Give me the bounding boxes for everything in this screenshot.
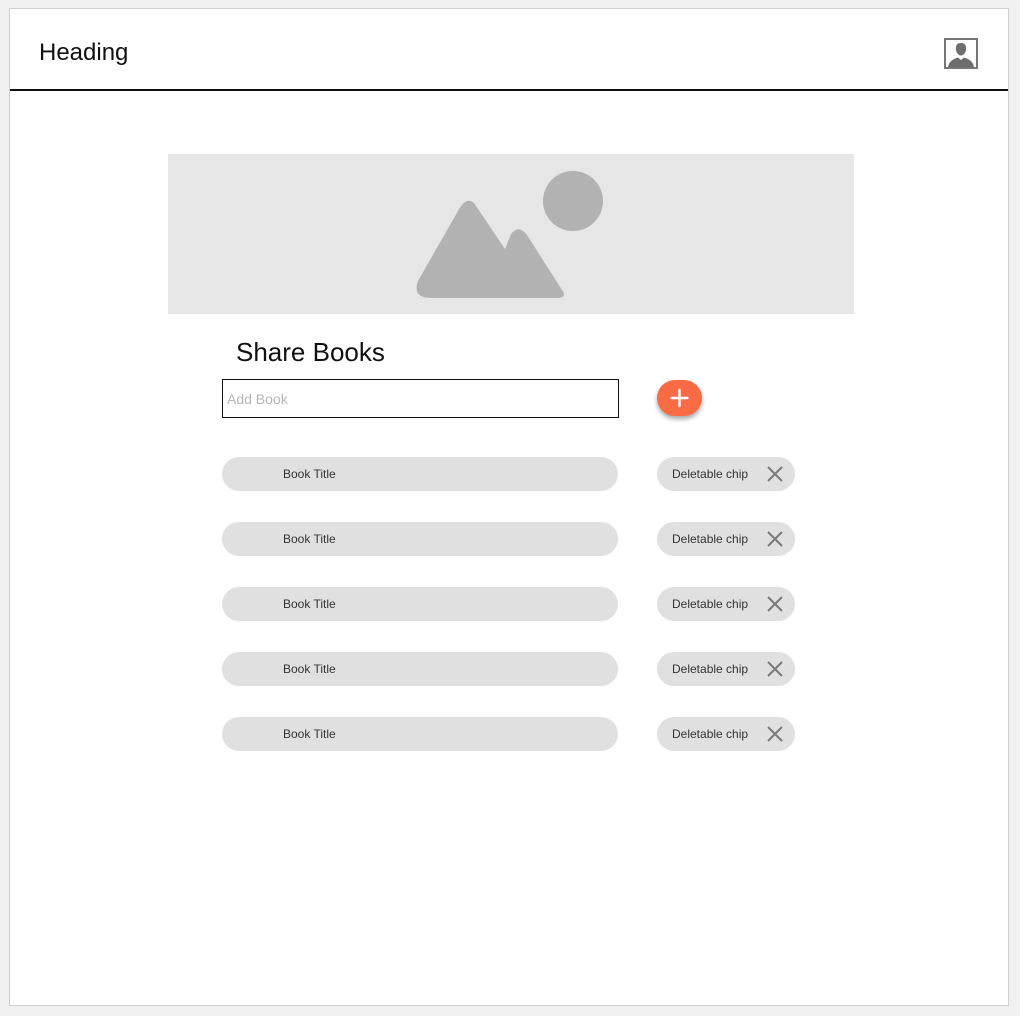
hero-image-placeholder <box>168 154 854 314</box>
book-title-label: Book Title <box>283 597 336 611</box>
book-title-pill[interactable]: Book Title <box>222 522 618 556</box>
deletable-chip[interactable]: Deletable chip <box>657 587 795 621</box>
deletable-chip[interactable]: Deletable chip <box>657 457 795 491</box>
add-book-input[interactable] <box>222 379 619 418</box>
close-icon[interactable] <box>766 725 784 743</box>
chip-label: Deletable chip <box>672 532 749 546</box>
book-title-label: Book Title <box>283 727 336 741</box>
book-title-pill[interactable]: Book Title <box>222 652 618 686</box>
deletable-chip[interactable]: Deletable chip <box>657 717 795 751</box>
book-title-label: Book Title <box>283 532 336 546</box>
book-title-label: Book Title <box>283 467 336 481</box>
chip-label: Deletable chip <box>672 727 749 741</box>
page-heading: Heading <box>39 39 129 66</box>
deletable-chip[interactable]: Deletable chip <box>657 522 795 556</box>
plus-icon <box>670 388 689 408</box>
chip-label: Deletable chip <box>672 467 749 481</box>
close-icon[interactable] <box>766 530 784 548</box>
deletable-chip[interactable]: Deletable chip <box>657 652 795 686</box>
app-header: Heading <box>10 9 1008 91</box>
chip-label: Deletable chip <box>672 597 749 611</box>
image-placeholder-icon <box>416 171 603 298</box>
close-icon[interactable] <box>766 465 784 483</box>
close-icon[interactable] <box>766 660 784 678</box>
book-title-pill[interactable]: Book Title <box>222 457 618 491</box>
book-title-pill[interactable]: Book Title <box>222 587 618 621</box>
chip-label: Deletable chip <box>672 662 749 676</box>
add-book-button[interactable] <box>657 380 702 416</box>
book-title-label: Book Title <box>283 662 336 676</box>
section-title: Share Books <box>236 337 385 367</box>
close-icon[interactable] <box>766 595 784 613</box>
user-avatar-icon[interactable] <box>944 38 978 69</box>
app-frame: Heading Share Books Book Title Deletable… <box>9 8 1009 1006</box>
book-title-pill[interactable]: Book Title <box>222 717 618 751</box>
